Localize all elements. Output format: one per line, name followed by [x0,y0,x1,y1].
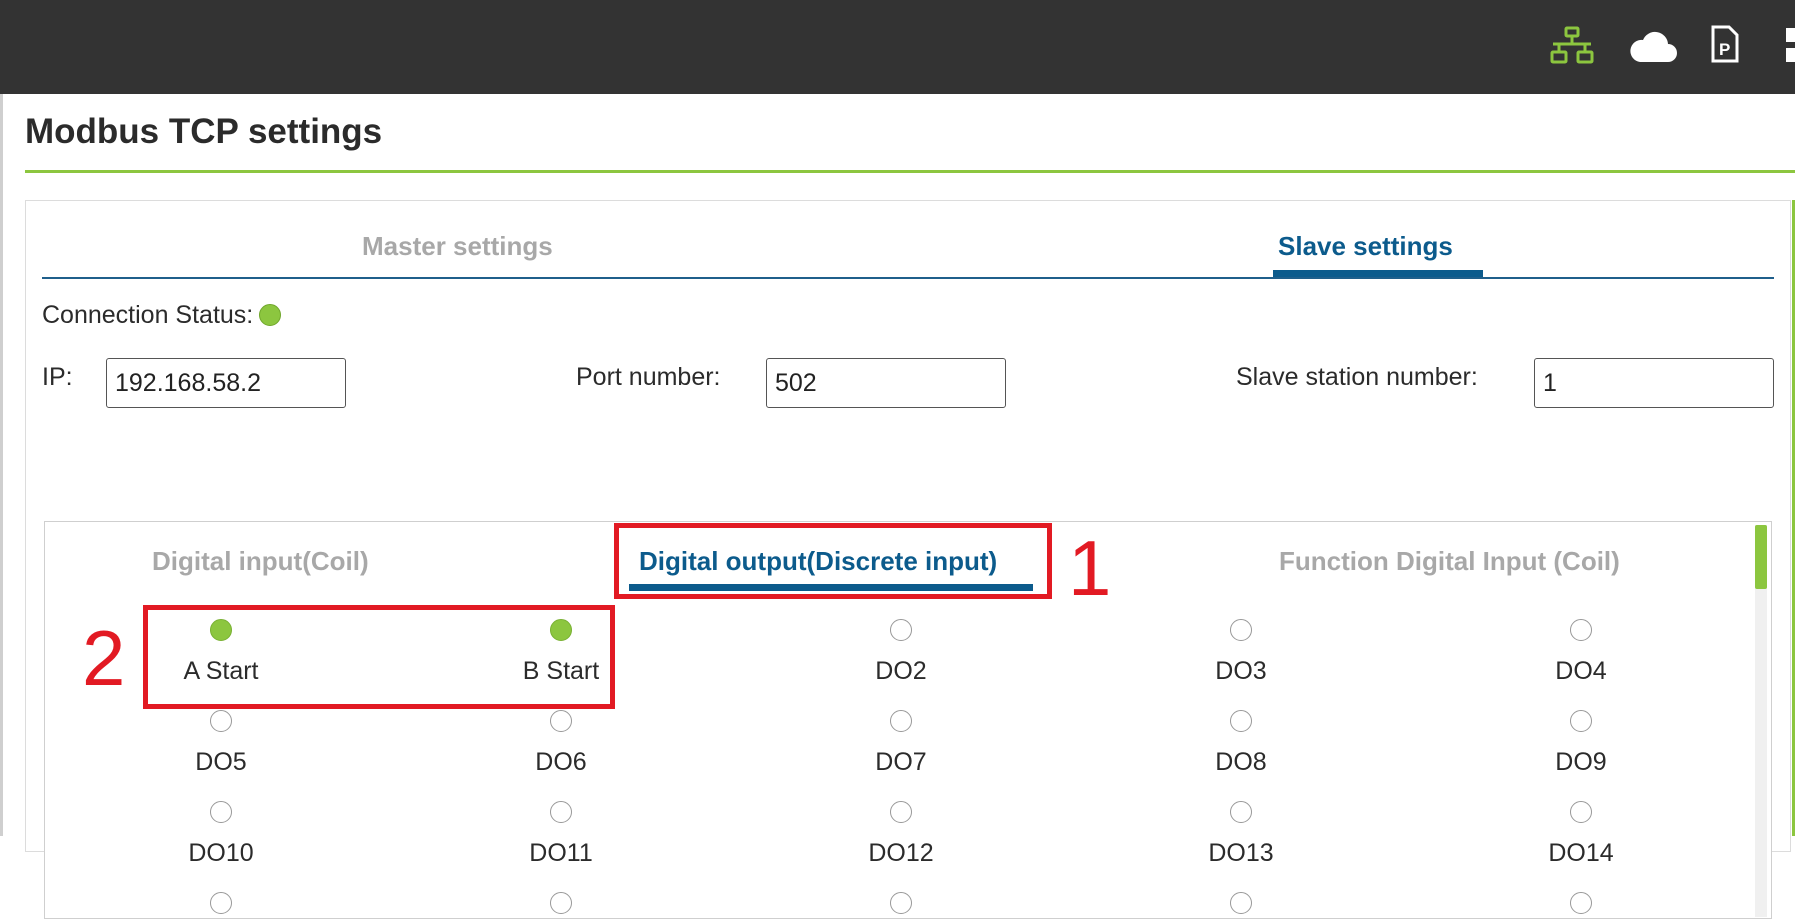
output-indicator-off[interactable] [550,892,572,914]
output-item: DO13 [1151,801,1331,868]
output-indicator-off[interactable] [1230,801,1252,823]
slave-station-label: Slave station number: [1236,363,1478,391]
output-item: DO10 [131,801,311,868]
page-title: Modbus TCP settings [25,112,383,151]
output-item [131,892,311,914]
output-item: DO14 [1491,801,1671,868]
output-indicator-off[interactable] [1570,801,1592,823]
cloud-icon[interactable] [1628,30,1678,64]
output-item [1151,892,1331,914]
output-indicator-off[interactable] [1570,710,1592,732]
output-label: DO8 [1215,748,1267,776]
output-indicator-off[interactable] [210,892,232,914]
output-label: DO5 [195,748,247,776]
output-item: DO3 [1151,619,1331,686]
output-item: DO8 [1151,710,1331,777]
tab-master-settings[interactable]: Master settings [362,231,553,262]
connection-status-indicator [259,304,282,326]
network-icon[interactable] [1549,26,1595,66]
subtab-digital-input[interactable]: Digital input(Coil) [152,546,369,577]
output-item: DO11 [471,801,651,868]
output-label: DO13 [1208,839,1274,867]
output-indicator-off[interactable] [890,619,912,641]
output-label: DO11 [529,839,593,867]
output-indicator-off[interactable] [1570,892,1592,914]
annotation-number-2: 2 [82,614,126,702]
output-label: DO12 [868,839,934,867]
output-indicator-off[interactable] [890,892,912,914]
ip-label: IP: [42,363,73,391]
ip-input[interactable] [106,358,346,408]
output-item [1491,892,1671,914]
output-indicator-off[interactable] [1570,619,1592,641]
settings-page: Modbus TCP settings Master settings Slav… [0,94,1795,919]
io-scrollbar-thumb[interactable] [1755,525,1767,589]
output-label: DO10 [188,839,254,867]
output-indicator-off[interactable] [1230,619,1252,641]
output-item: DO2 [811,619,991,686]
output-label: DO2 [875,657,927,685]
output-item: DO9 [1491,710,1671,777]
output-item: DO12 [811,801,991,868]
output-indicator-off[interactable] [1230,710,1252,732]
output-label: DO4 [1555,657,1607,685]
output-item: DO6 [471,710,651,777]
output-label: DO7 [875,748,927,776]
subtab-function-digital-input[interactable]: Function Digital Input (Coil) [1279,546,1620,577]
output-indicator-off[interactable] [1230,892,1252,914]
output-item [811,892,991,914]
settings-tabs: Master settings Slave settings [42,201,1774,279]
output-indicator-off[interactable] [550,801,572,823]
output-item: DO4 [1491,619,1671,686]
output-indicator-off[interactable] [210,710,232,732]
annotation-box-1 [614,523,1052,599]
connection-status: Connection Status: [42,301,282,330]
output-indicator-off[interactable] [550,710,572,732]
tab-slave-settings[interactable]: Slave settings [1278,231,1453,262]
title-divider [25,170,1795,173]
output-label: DO3 [1215,657,1267,685]
settings-panel: Master settings Slave settings Connectio… [25,200,1791,919]
output-indicator-off[interactable] [890,801,912,823]
port-input[interactable] [766,358,1006,408]
output-item: DO5 [131,710,311,777]
pdf-file-icon[interactable]: P [1710,24,1740,64]
output-indicator-off[interactable] [210,801,232,823]
output-label: DO9 [1555,748,1607,776]
annotation-box-2 [143,605,615,709]
menu-icon[interactable] [1786,28,1795,64]
output-label: DO6 [535,748,587,776]
slave-station-input[interactable] [1534,358,1774,408]
tab-active-indicator [1273,270,1483,277]
connection-status-label: Connection Status: [42,301,254,329]
output-item [471,892,651,914]
top-bar: P [0,0,1795,94]
annotation-number-1: 1 [1068,524,1112,612]
output-indicator-off[interactable] [890,710,912,732]
output-item: DO7 [811,710,991,777]
svg-text:P: P [1719,40,1730,59]
port-label: Port number: [576,363,721,391]
output-label: DO14 [1548,839,1614,867]
